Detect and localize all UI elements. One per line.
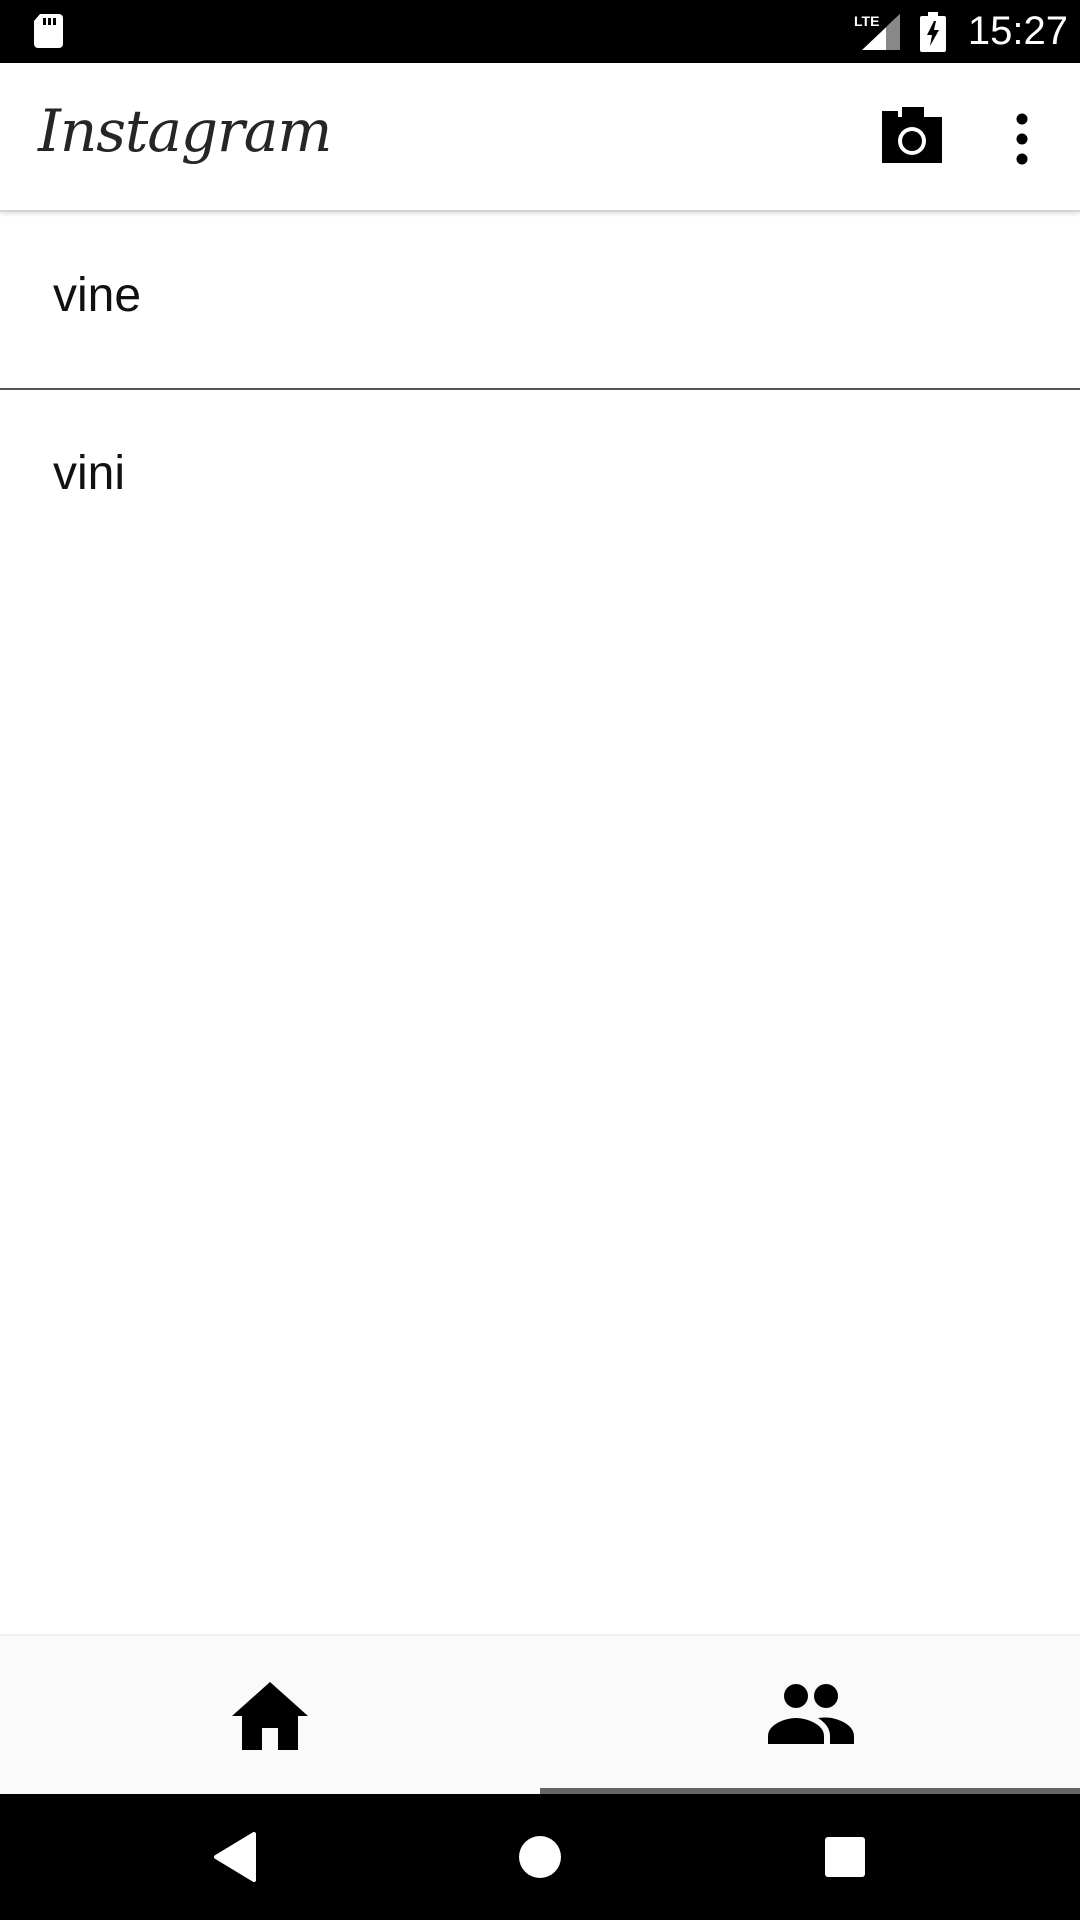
system-navigation-bar xyxy=(0,1794,1080,1920)
list-item[interactable]: vine xyxy=(0,212,1080,390)
sd-card-icon xyxy=(34,14,63,48)
home-circle-icon[interactable] xyxy=(518,1835,562,1879)
back-icon[interactable] xyxy=(212,1831,258,1883)
more-vert-icon[interactable] xyxy=(1000,103,1044,175)
recents-icon[interactable] xyxy=(824,1836,866,1878)
camera-icon[interactable] xyxy=(872,103,952,175)
search-results-list: vine vini xyxy=(0,212,1080,566)
home-icon xyxy=(232,1682,308,1750)
people-icon xyxy=(768,1684,854,1744)
bottom-navigation xyxy=(0,1634,1080,1796)
list-item[interactable]: vini xyxy=(0,390,1080,566)
list-item-label: vini xyxy=(53,447,126,500)
tab-home[interactable] xyxy=(0,1636,540,1796)
status-clock: 15:27 xyxy=(967,9,1068,53)
list-item-label: vine xyxy=(53,269,142,322)
lte-signal-icon: LTE xyxy=(852,12,902,50)
battery-charging-icon xyxy=(920,12,946,52)
status-bar: LTE 15:27 xyxy=(0,0,1080,63)
app-bar: Instagram xyxy=(0,63,1080,212)
instagram-logo: Instagram xyxy=(38,97,332,165)
network-type-label: LTE xyxy=(854,13,879,29)
tab-people[interactable] xyxy=(540,1636,1080,1796)
